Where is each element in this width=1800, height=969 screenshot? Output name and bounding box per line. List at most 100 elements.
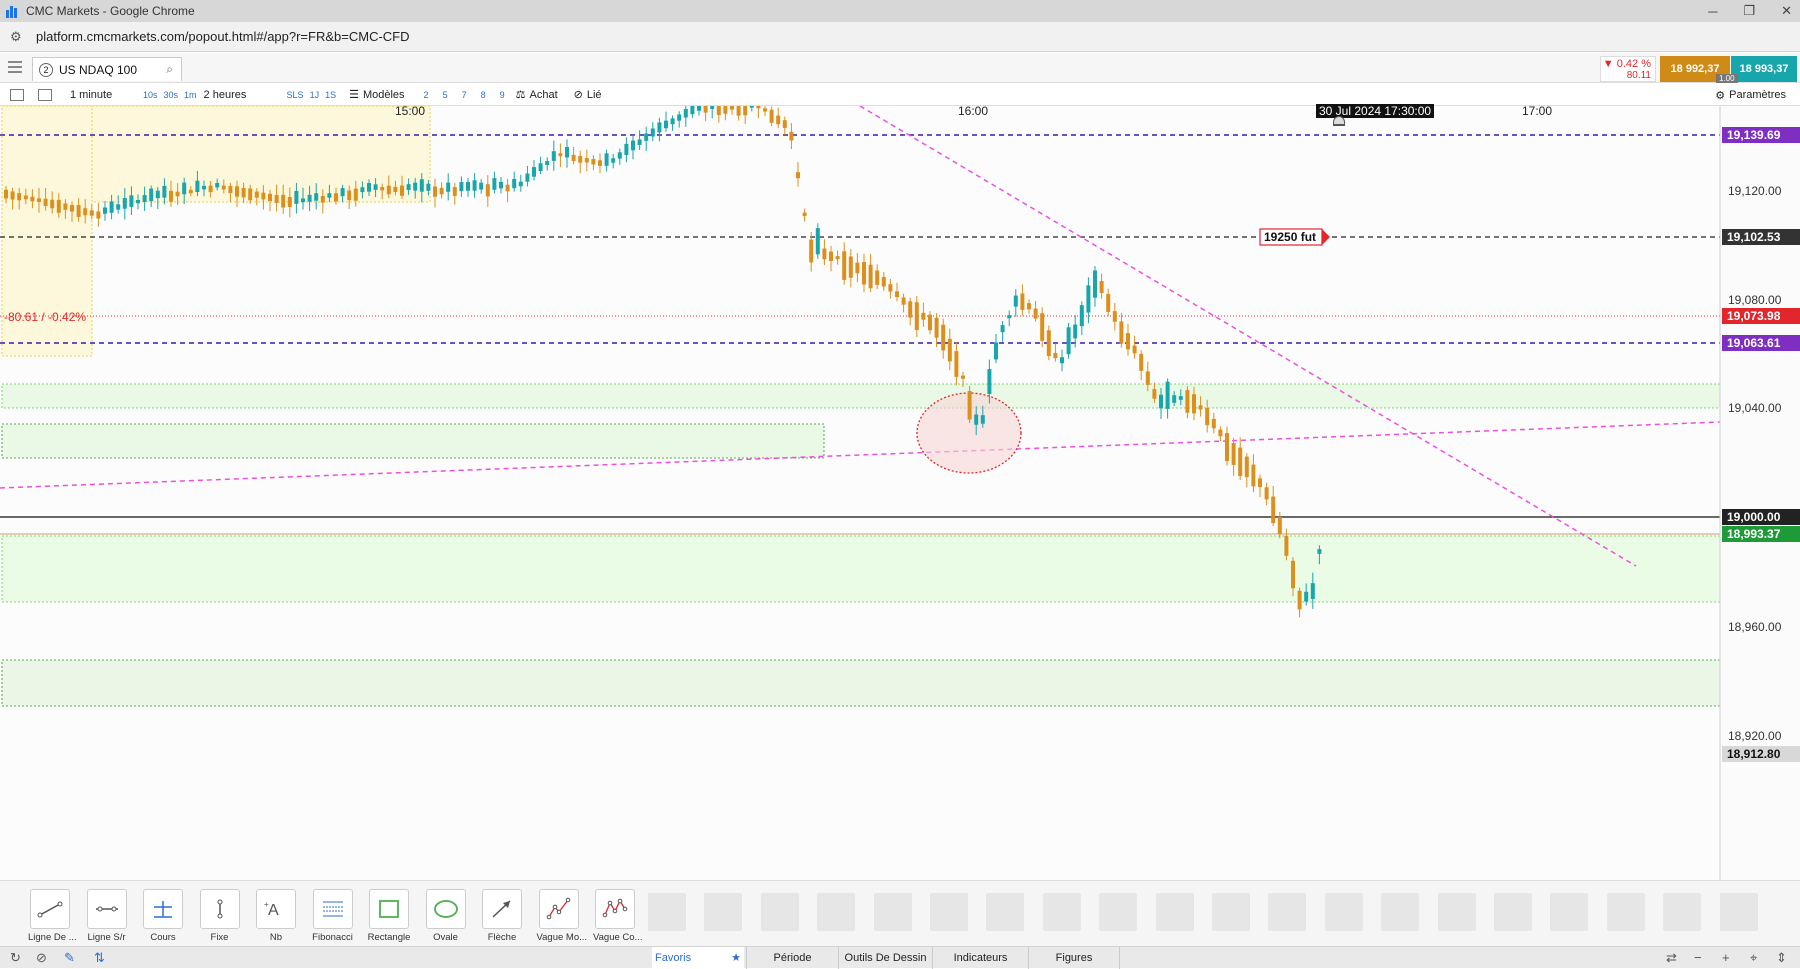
preset-2[interactable]: 2 bbox=[421, 86, 432, 104]
price-chart[interactable]: -80.61 / -0.42% 19250 fut 19,120.00 19,0… bbox=[0, 104, 1800, 880]
candle-body bbox=[1000, 325, 1005, 333]
tab-favoris[interactable]: Favoris ★ bbox=[652, 947, 744, 969]
candle-body bbox=[353, 188, 358, 201]
search-icon[interactable]: ⌕ bbox=[166, 62, 173, 77]
menu-icon[interactable] bbox=[8, 61, 22, 73]
tab-periode[interactable]: Période bbox=[746, 947, 838, 969]
empty-tool-slot[interactable] bbox=[817, 893, 856, 931]
empty-tool-slot[interactable] bbox=[1042, 893, 1081, 931]
tool-wave[interactable]: Vague Mo... bbox=[537, 889, 587, 943]
preset-7[interactable]: 7 bbox=[459, 86, 470, 104]
annotation-tag[interactable]: 19250 fut bbox=[1259, 228, 1330, 246]
candle-body bbox=[202, 185, 206, 190]
fit-icon[interactable]: ⇄ bbox=[1666, 950, 1677, 966]
preset-5[interactable]: 5 bbox=[440, 86, 451, 104]
range-select[interactable]: 2 heures bbox=[200, 86, 284, 104]
interval-select[interactable]: 1 minute bbox=[66, 86, 140, 104]
empty-tool-slot[interactable] bbox=[1099, 893, 1138, 931]
instrument-tab[interactable]: 2 US NDAQ 100 ⌕ bbox=[32, 57, 182, 81]
url-text[interactable]: platform.cmcmarkets.com/popout.html#/app… bbox=[36, 29, 410, 44]
restore-button[interactable]: ❐ bbox=[1743, 3, 1755, 19]
settings-label: Paramètres bbox=[1729, 89, 1786, 101]
empty-tool-slot[interactable] bbox=[930, 893, 968, 931]
candle-body bbox=[50, 199, 55, 209]
templates-button[interactable]: ☰ Modèles bbox=[345, 86, 408, 104]
site-info-icon[interactable]: ⚙ bbox=[10, 29, 26, 45]
support-zone-3 bbox=[1, 535, 1721, 603]
mode-button[interactable]: ⚖ Achat bbox=[512, 86, 562, 104]
block-icon[interactable]: ⊘ bbox=[36, 950, 47, 966]
tab-indicateurs[interactable]: Indicateurs bbox=[932, 947, 1028, 969]
empty-tool-slot[interactable] bbox=[1268, 893, 1307, 931]
link-button[interactable]: ⊘ Lié bbox=[570, 86, 606, 104]
pencil-icon[interactable]: ✎ bbox=[64, 950, 75, 966]
quick-range-1j[interactable]: 1J bbox=[307, 86, 323, 104]
quick-range-1s[interactable]: 1S bbox=[322, 86, 339, 104]
settings-button[interactable]: ⚙ Paramètres bbox=[1711, 86, 1790, 104]
empty-tool-slot[interactable] bbox=[1212, 893, 1250, 931]
empty-tool-slot[interactable] bbox=[1606, 893, 1645, 931]
quick-range-sls[interactable]: SLS bbox=[284, 86, 307, 104]
preset-9[interactable]: 9 bbox=[497, 86, 508, 104]
tool-fixed-line[interactable]: Fixe bbox=[198, 889, 242, 943]
tool-fibonacci[interactable]: Fibonacci bbox=[311, 889, 355, 943]
empty-tool-slot[interactable] bbox=[1155, 893, 1194, 931]
refresh-icon[interactable]: ↻ bbox=[10, 950, 21, 966]
crosshair-icon[interactable]: ⌖ bbox=[1750, 950, 1757, 966]
candle-body bbox=[433, 186, 437, 197]
drawing-tools-panel: Ligne De ... Ligne S/r Cours Fixe A + Nb Fibona… bbox=[0, 880, 1800, 946]
empty-tool-slot[interactable] bbox=[873, 893, 912, 931]
tool-oval[interactable]: Ovale bbox=[424, 889, 468, 943]
tool-wave-corrective[interactable]: Vague Co... bbox=[593, 889, 642, 943]
empty-tool-slot[interactable] bbox=[760, 893, 799, 931]
empty-tool-slot[interactable] bbox=[704, 893, 743, 931]
candle-body bbox=[169, 190, 173, 202]
tool-sr-line[interactable]: Ligne S/r bbox=[85, 889, 129, 943]
price-axis[interactable] bbox=[1720, 106, 1800, 880]
chart-canvas[interactable]: -80.61 / -0.42% 19250 fut 19,120.00 19,0… bbox=[0, 106, 1800, 880]
candle-body bbox=[1112, 311, 1117, 322]
empty-tool-slot[interactable] bbox=[1663, 893, 1702, 931]
address-bar[interactable]: ⚙ platform.cmcmarkets.com/popout.html#/a… bbox=[0, 22, 1800, 52]
tool-trend-line[interactable]: Ligne De ... bbox=[28, 889, 77, 943]
candle-body bbox=[532, 167, 536, 177]
quick-interval-10s[interactable]: 10s bbox=[140, 86, 161, 104]
empty-tool-slot[interactable] bbox=[986, 893, 1025, 931]
tool-price-line[interactable]: Cours bbox=[141, 889, 185, 943]
empty-tool-slot[interactable] bbox=[648, 893, 686, 931]
empty-tool-slot[interactable] bbox=[1381, 893, 1420, 931]
tool-text[interactable]: A + Nb bbox=[254, 889, 298, 943]
empty-tool-slot[interactable] bbox=[1719, 893, 1758, 931]
empty-tool-slot[interactable] bbox=[1437, 893, 1476, 931]
quick-interval-1m[interactable]: 1m bbox=[181, 86, 200, 104]
quick-interval-30s[interactable]: 30s bbox=[161, 86, 182, 104]
zoom-out-button[interactable]: − bbox=[1694, 950, 1702, 965]
tool-rectangle[interactable]: Rectangle bbox=[367, 889, 411, 943]
candle-body bbox=[188, 189, 193, 194]
empty-tool-slot[interactable] bbox=[1494, 893, 1532, 931]
candle-body bbox=[1152, 389, 1157, 399]
candle-body bbox=[624, 143, 629, 156]
tool-label: Nb bbox=[269, 932, 283, 943]
expand-icon[interactable]: ⇕ bbox=[1776, 950, 1787, 966]
candle-body bbox=[76, 205, 81, 217]
layout-icon[interactable] bbox=[38, 88, 52, 101]
candle-body bbox=[63, 203, 68, 210]
empty-tool-slot[interactable] bbox=[1324, 893, 1363, 931]
candle-body bbox=[1165, 381, 1170, 409]
candle-body bbox=[37, 198, 41, 202]
close-button[interactable]: ✕ bbox=[1781, 3, 1792, 19]
zoom-in-button[interactable]: + bbox=[1722, 950, 1730, 965]
empty-tool-slot[interactable] bbox=[1550, 893, 1589, 931]
sync-icon[interactable]: ⇅ bbox=[94, 950, 105, 966]
candle-body bbox=[584, 158, 589, 163]
minimize-button[interactable]: ─ bbox=[1708, 4, 1717, 19]
tab-outils-dessin[interactable]: Outils De Dessin bbox=[838, 947, 932, 969]
candle-body bbox=[1033, 308, 1038, 319]
list-view-icon[interactable] bbox=[10, 88, 24, 101]
tool-arrow[interactable]: Flèche bbox=[480, 889, 524, 943]
buy-price-button[interactable]: 18 993,37 bbox=[1731, 56, 1797, 82]
candle-body bbox=[848, 256, 853, 278]
tab-figures[interactable]: Figures bbox=[1028, 947, 1120, 969]
preset-8[interactable]: 8 bbox=[478, 86, 489, 104]
